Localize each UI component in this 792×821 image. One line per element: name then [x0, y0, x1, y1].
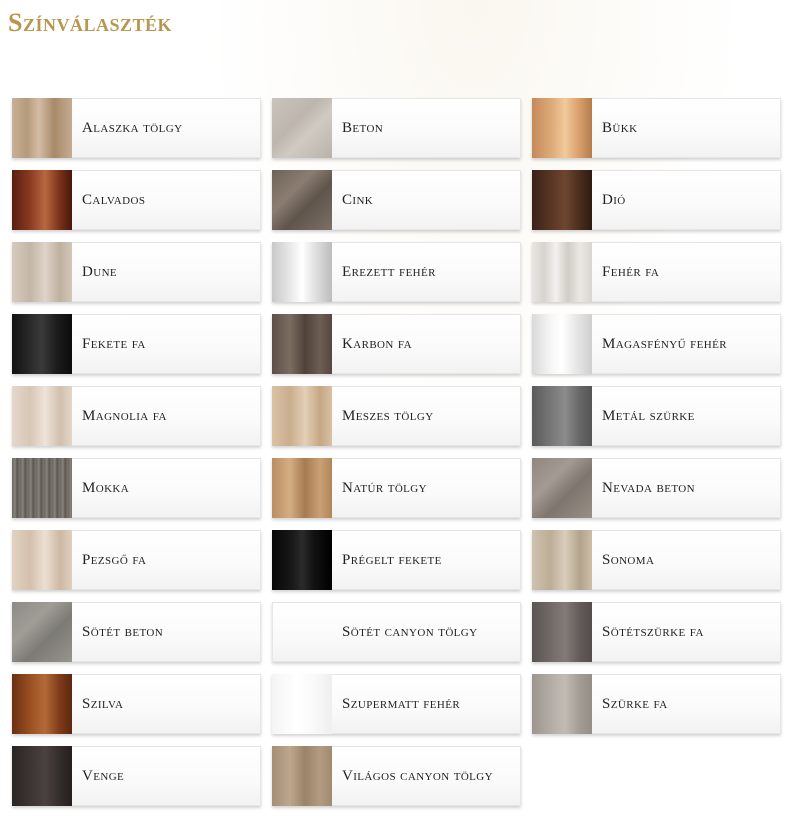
color-swatch-card[interactable]: Sötét beton	[12, 602, 261, 662]
color-swatch-image	[532, 314, 592, 374]
color-swatch-card[interactable]: Bükk	[532, 98, 781, 158]
color-swatch-label: Erezett fehér	[342, 263, 436, 280]
color-swatch-card[interactable]: Világos canyon tölgy	[272, 746, 521, 806]
color-swatch-image	[12, 98, 72, 158]
color-swatch-image	[272, 386, 332, 446]
color-swatch-label: Calvados	[82, 191, 146, 208]
color-swatch-label: Beton	[342, 119, 384, 136]
color-swatch-label: Pezsgő fa	[82, 551, 147, 568]
color-swatch-label: Szürke fa	[602, 695, 668, 712]
color-swatch-label: Venge	[82, 767, 125, 784]
color-swatch-card[interactable]: Alaszka tölgy	[12, 98, 261, 158]
color-swatch-card[interactable]: Mokka	[12, 458, 261, 518]
color-swatch-label: Magnolia fa	[82, 407, 167, 424]
color-swatch-label: Natúr tölgy	[342, 479, 427, 496]
color-swatch-label: Bükk	[602, 119, 638, 136]
color-swatch-image	[12, 602, 72, 662]
color-swatch-image	[12, 170, 72, 230]
color-swatch-image	[272, 458, 332, 518]
color-swatch-card[interactable]: Calvados	[12, 170, 261, 230]
color-swatch-image	[532, 530, 592, 590]
color-swatch-card[interactable]: Pezsgő fa	[12, 530, 261, 590]
color-swatch-image	[272, 530, 332, 590]
color-swatch-label: Alaszka tölgy	[82, 119, 183, 136]
color-swatch-label: Dió	[602, 191, 626, 208]
color-swatch-card[interactable]: Dió	[532, 170, 781, 230]
color-swatch-label: Sötét canyon tölgy	[342, 623, 478, 640]
color-swatch-image	[12, 458, 72, 518]
color-swatch-label: Sötét beton	[82, 623, 164, 640]
color-swatch-card[interactable]: Nevada beton	[532, 458, 781, 518]
color-swatch-label: Világos canyon tölgy	[342, 767, 493, 784]
color-swatch-image	[532, 386, 592, 446]
color-swatch-image	[532, 674, 592, 734]
color-swatch-card[interactable]: Fehér fa	[532, 242, 781, 302]
color-swatch-image	[272, 674, 332, 734]
color-swatch-card[interactable]: Fekete fa	[12, 314, 261, 374]
color-swatch-label: Meszes tölgy	[342, 407, 434, 424]
color-swatch-image	[532, 170, 592, 230]
color-swatch-label: Szilva	[82, 695, 124, 712]
color-swatch-label: Dune	[82, 263, 118, 280]
color-swatch-card[interactable]: Sonoma	[532, 530, 781, 590]
color-swatch-label: Cink	[342, 191, 374, 208]
color-swatch-image	[532, 602, 592, 662]
color-swatch-label: Nevada beton	[602, 479, 695, 496]
color-swatch-card[interactable]: Prégelt fekete	[272, 530, 521, 590]
color-swatch-card[interactable]: Natúr tölgy	[272, 458, 521, 518]
color-swatch-card[interactable]: Szilva	[12, 674, 261, 734]
color-swatch-image	[12, 386, 72, 446]
color-swatch-label: Fekete fa	[82, 335, 146, 352]
color-swatch-card[interactable]: Beton	[272, 98, 521, 158]
color-swatch-label: Szupermatt fehér	[342, 695, 461, 712]
color-swatch-card[interactable]: Magnolia fa	[12, 386, 261, 446]
color-swatch-image	[532, 458, 592, 518]
color-swatch-label: Prégelt fekete	[342, 551, 442, 568]
color-swatch-card[interactable]: Metál szürke	[532, 386, 781, 446]
page-title: Színválaszték	[8, 8, 173, 37]
color-swatch-card[interactable]: Meszes tölgy	[272, 386, 521, 446]
color-swatch-card[interactable]: Venge	[12, 746, 261, 806]
color-swatch-label: Fehér fa	[602, 263, 660, 280]
color-swatch-image	[532, 98, 592, 158]
color-swatch-label: Mokka	[82, 479, 130, 496]
color-swatch-card[interactable]: Cink	[272, 170, 521, 230]
color-swatch-image	[272, 242, 332, 302]
swatch-grid: Alaszka tölgy Beton Bükk Calvados Cink Dió Dun…	[12, 98, 784, 806]
color-swatch-image	[532, 242, 592, 302]
color-swatch-label: Karbon fa	[342, 335, 412, 352]
color-swatch-card[interactable]: Karbon fa	[272, 314, 521, 374]
color-swatch-image	[12, 242, 72, 302]
color-swatch-card[interactable]: Dune	[12, 242, 261, 302]
color-swatch-image	[12, 674, 72, 734]
color-swatch-image	[12, 530, 72, 590]
color-swatch-card[interactable]: Sötétszürke fa	[532, 602, 781, 662]
color-swatch-image	[272, 170, 332, 230]
color-swatch-card[interactable]: Szürke fa	[532, 674, 781, 734]
color-swatch-label: Sötétszürke fa	[602, 623, 704, 640]
color-swatch-image	[272, 98, 332, 158]
color-swatch-image	[12, 746, 72, 806]
color-swatch-image	[272, 746, 332, 806]
color-swatch-label: Metál szürke	[602, 407, 695, 424]
color-swatch-card[interactable]: Magasfényű fehér	[532, 314, 781, 374]
color-swatch-image	[272, 314, 332, 374]
color-swatch-image	[272, 602, 332, 662]
color-swatch-card[interactable]: Szupermatt fehér	[272, 674, 521, 734]
color-swatch-image	[12, 314, 72, 374]
color-swatch-card[interactable]: Erezett fehér	[272, 242, 521, 302]
color-swatch-label: Magasfényű fehér	[602, 335, 727, 352]
color-swatch-label: Sonoma	[602, 551, 655, 568]
color-swatch-card[interactable]: Sötét canyon tölgy	[272, 602, 521, 662]
